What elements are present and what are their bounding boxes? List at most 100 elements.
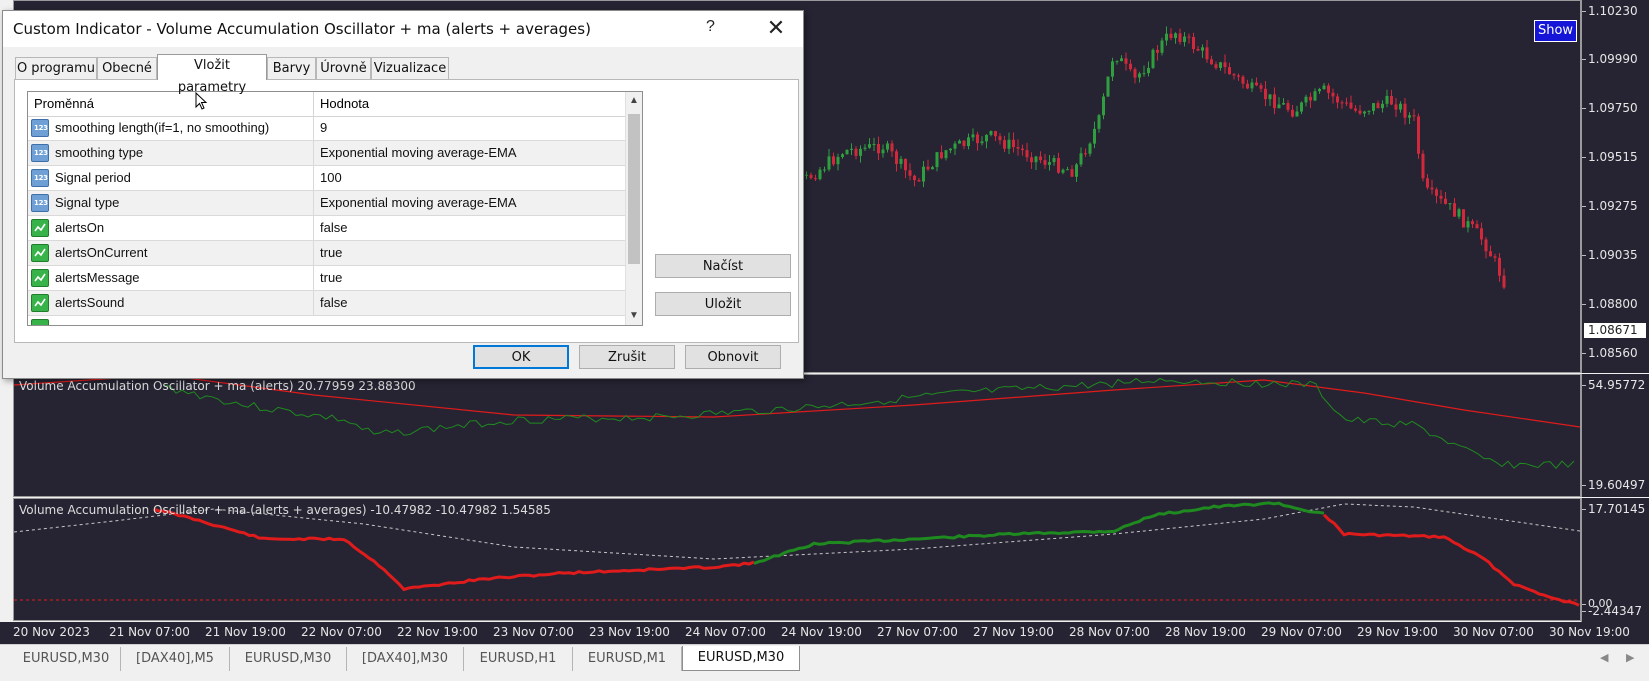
candle-body xyxy=(1093,128,1096,144)
symbol-tab[interactable]: EURUSD,H1 xyxy=(464,647,573,671)
tab-colors[interactable]: Barvy xyxy=(267,57,316,79)
dialog-titlebar[interactable]: Custom Indicator - Volume Accumulation O… xyxy=(3,11,803,47)
candle-body xyxy=(1444,198,1447,204)
parameter-value[interactable]: Exponential moving average-EMA xyxy=(320,195,517,210)
save-button[interactable]: Uložit xyxy=(655,292,791,316)
parameter-row[interactable]: 123 smoothing type Exponential moving av… xyxy=(28,141,628,166)
candle-body xyxy=(1124,58,1128,64)
number-icon: 123 xyxy=(31,144,49,162)
candle-body xyxy=(971,134,975,138)
cancel-button[interactable]: Zrušit xyxy=(579,345,675,369)
candle-body xyxy=(1322,85,1326,90)
candle-body xyxy=(998,136,1002,141)
candle-body xyxy=(1255,82,1258,86)
candle-body xyxy=(949,148,952,151)
time-label: 20 Nov 2023 xyxy=(13,625,90,639)
boolean-icon xyxy=(31,244,49,262)
parameter-value[interactable]: 9 xyxy=(320,120,327,135)
tab-levels[interactable]: Úrovně xyxy=(316,57,371,79)
parameter-value[interactable]: Exponential moving average-EMA xyxy=(320,145,517,160)
candle-body xyxy=(1462,209,1465,228)
symbol-tab-bar: EURUSD,M30 [DAX40],M5 EURUSD,M30 [DAX40]… xyxy=(0,644,1649,681)
parameter-value[interactable]: true xyxy=(320,245,342,260)
tabs-scroll-right-icon[interactable]: ▶ xyxy=(1626,651,1634,664)
symbol-tab[interactable]: EURUSD,M30 xyxy=(230,647,347,671)
tab-inputs[interactable]: Vložit parametry xyxy=(157,54,267,95)
candle-body xyxy=(1057,158,1060,173)
parameter-value[interactable]: 100 xyxy=(320,170,342,185)
oscillator-pane-1[interactable]: Volume Accumulation Oscillator + ma (ale… xyxy=(13,374,1581,497)
candle-body xyxy=(922,166,925,182)
parameter-row[interactable]: 123 smoothing length(if=1, no smoothing)… xyxy=(28,116,628,141)
parameter-name: alertsOnCurrent xyxy=(55,245,148,260)
candle-body xyxy=(1408,115,1411,118)
candle-body xyxy=(1385,95,1389,104)
grid-scrollbar[interactable]: ▲ ▼ xyxy=(625,92,642,325)
variable-column-header[interactable]: Proměnná xyxy=(34,96,94,111)
candle-body xyxy=(886,143,889,150)
scroll-down-icon[interactable]: ▼ xyxy=(629,310,639,321)
show-button[interactable]: Show xyxy=(1534,20,1577,42)
candle-body xyxy=(809,174,813,179)
candle-body xyxy=(836,156,840,165)
parameter-row[interactable]: alertsSound false xyxy=(28,291,628,316)
time-axis[interactable]: 20 Nov 2023 21 Nov 07:00 21 Nov 19:00 22… xyxy=(0,622,1649,644)
candle-body xyxy=(1192,36,1195,50)
candle-body xyxy=(1133,69,1137,78)
number-icon: 123 xyxy=(31,119,49,137)
parameter-row[interactable]: 123 Signal type Exponential moving avera… xyxy=(28,191,628,216)
price-label: 1.09275 xyxy=(1582,199,1638,213)
price-label: 1.09035 xyxy=(1582,248,1638,262)
candle-body xyxy=(1232,74,1236,76)
candle-body xyxy=(1403,103,1407,118)
parameters-grid[interactable]: Proměnná Hodnota 123 smoothing length(if… xyxy=(27,91,643,326)
parameter-row[interactable]: alertsOn false xyxy=(28,216,628,241)
ok-button[interactable]: OK xyxy=(473,345,569,369)
parameter-value[interactable]: false xyxy=(320,220,347,235)
close-icon[interactable]: ✕ xyxy=(761,14,791,42)
parameter-row-partial[interactable] xyxy=(28,316,628,325)
tab-visualization[interactable]: Vizualizace xyxy=(371,57,449,79)
candle-body xyxy=(1349,102,1353,109)
candle-body xyxy=(1102,96,1105,116)
price-label: 1.09750 xyxy=(1582,101,1638,115)
time-label: 30 Nov 19:00 xyxy=(1549,625,1630,639)
parameter-value[interactable]: false xyxy=(320,295,347,310)
symbol-tab[interactable]: EURUSD,M30 xyxy=(12,647,121,671)
reset-button[interactable]: Obnovit xyxy=(685,345,781,369)
candle-body xyxy=(926,166,930,170)
load-button[interactable]: Načíst xyxy=(655,254,791,278)
candle-body xyxy=(1331,92,1335,97)
candle-body xyxy=(913,175,916,181)
symbol-tab[interactable]: [DAX40],M30 xyxy=(347,647,464,671)
oscillator-line xyxy=(753,501,1325,565)
price-label: 1.09515 xyxy=(1582,150,1638,164)
parameter-name: smoothing type xyxy=(55,145,144,160)
candle-body xyxy=(1111,61,1114,77)
tabs-scroll-left-icon[interactable]: ◀ xyxy=(1600,651,1608,664)
candle-body xyxy=(1367,110,1371,112)
scrollbar-thumb[interactable] xyxy=(628,114,640,264)
candle-body xyxy=(1313,91,1317,101)
help-button[interactable]: ? xyxy=(706,18,715,36)
value-column-header[interactable]: Hodnota xyxy=(320,96,369,111)
parameter-value[interactable]: true xyxy=(320,270,342,285)
candle-body xyxy=(1165,33,1168,41)
oscillator-2-axis: 17.70145 0.00 -2.44347 xyxy=(1581,498,1649,622)
scroll-up-icon[interactable]: ▲ xyxy=(629,95,639,106)
parameter-row[interactable]: alertsMessage true xyxy=(28,266,628,291)
symbol-tab[interactable]: [DAX40],M5 xyxy=(121,647,230,671)
candle-body xyxy=(1142,73,1146,75)
tab-common[interactable]: Obecné xyxy=(97,57,157,79)
main-price-axis[interactable]: 1.10230 1.09990 1.09750 1.09515 1.09275 … xyxy=(1581,0,1649,373)
candle-body xyxy=(1412,115,1416,117)
parameter-row[interactable]: alertsOnCurrent true xyxy=(28,241,628,266)
custom-indicator-dialog: Custom Indicator - Volume Accumulation O… xyxy=(2,10,804,379)
tab-about[interactable]: O programu xyxy=(15,57,97,79)
oscillator-pane-2[interactable]: Volume Accumulation Oscillator + ma (ale… xyxy=(13,498,1581,621)
symbol-tab-active[interactable]: EURUSD,M30 xyxy=(682,646,800,671)
candle-body xyxy=(841,154,844,157)
candle-body xyxy=(1282,103,1285,105)
parameter-row[interactable]: 123 Signal period 100 xyxy=(28,166,628,191)
symbol-tab[interactable]: EURUSD,M1 xyxy=(573,647,682,671)
